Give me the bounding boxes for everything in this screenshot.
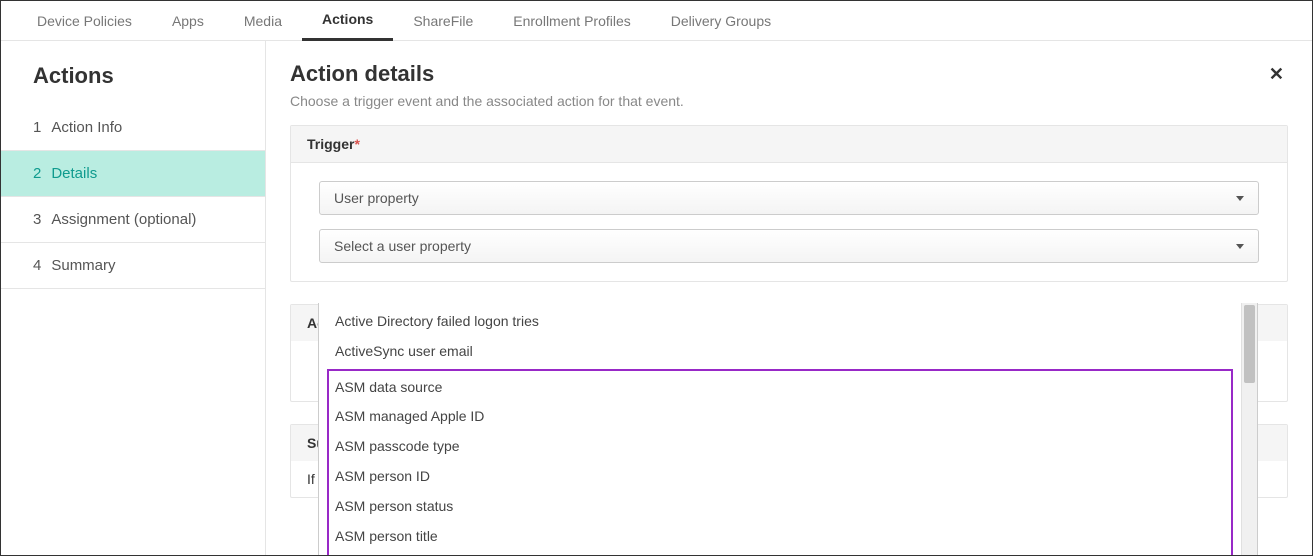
- layout: Actions 1 Action Info 2 Details 3 Assign…: [1, 41, 1312, 555]
- dropdown-option-list: Active Directory failed logon tries Acti…: [319, 303, 1241, 555]
- dropdown-option[interactable]: Active Directory failed logon tries: [319, 307, 1241, 337]
- trigger-panel: Trigger* User property Select a user pro…: [290, 125, 1288, 282]
- dropdown-value: Select a user property: [334, 238, 471, 254]
- page-subtitle: Choose a trigger event and the associate…: [290, 93, 1288, 109]
- sidebar-item-assignment[interactable]: 3 Assignment (optional): [1, 197, 265, 243]
- trigger-panel-body: User property Select a user property: [291, 163, 1287, 281]
- step-number: 2: [33, 165, 41, 182]
- sidebar-item-label: Action Info: [51, 119, 122, 136]
- sidebar-item-details[interactable]: 2 Details: [1, 151, 265, 197]
- dropdown-option[interactable]: ASM passcode type: [329, 432, 1231, 462]
- user-property-dropdown-menu: Active Directory failed logon tries Acti…: [318, 303, 1258, 555]
- trigger-type-dropdown[interactable]: User property: [319, 181, 1259, 215]
- nav-device-policies[interactable]: Device Policies: [17, 1, 152, 41]
- page-title: Action details: [290, 61, 434, 87]
- nav-apps[interactable]: Apps: [152, 1, 224, 41]
- if-label: If: [307, 471, 315, 487]
- sidebar-item-label: Summary: [51, 257, 115, 274]
- step-number: 3: [33, 211, 41, 228]
- trigger-panel-header: Trigger*: [291, 126, 1287, 163]
- chevron-down-icon: [1236, 196, 1244, 201]
- user-property-dropdown[interactable]: Select a user property: [319, 229, 1259, 263]
- sidebar-item-label: Assignment (optional): [51, 211, 196, 228]
- main-content: Action details ✕ Choose a trigger event …: [266, 41, 1312, 555]
- scrollbar-thumb[interactable]: [1244, 305, 1255, 383]
- nav-enrollment-profiles[interactable]: Enrollment Profiles: [493, 1, 651, 41]
- dropdown-value: User property: [334, 190, 419, 206]
- step-number: 4: [33, 257, 41, 274]
- dropdown-option[interactable]: ASM person title: [329, 522, 1231, 552]
- dropdown-option[interactable]: ASM person status: [329, 492, 1231, 522]
- nav-actions[interactable]: Actions: [302, 1, 393, 41]
- nav-delivery-groups[interactable]: Delivery Groups: [651, 1, 791, 41]
- trigger-label: Trigger: [307, 136, 354, 152]
- dropdown-option[interactable]: ASM managed Apple ID: [329, 402, 1231, 432]
- main-header: Action details ✕: [290, 61, 1288, 87]
- close-icon[interactable]: ✕: [1265, 61, 1288, 87]
- chevron-down-icon: [1236, 244, 1244, 249]
- sidebar: Actions 1 Action Info 2 Details 3 Assign…: [1, 41, 266, 555]
- nav-sharefile[interactable]: ShareFile: [393, 1, 493, 41]
- sidebar-item-action-info[interactable]: 1 Action Info: [1, 105, 265, 151]
- dropdown-option[interactable]: ASM person unique ID: [329, 551, 1231, 555]
- dropdown-option[interactable]: ActiveSync user email: [319, 337, 1241, 367]
- nav-media[interactable]: Media: [224, 1, 302, 41]
- highlighted-option-group: ASM data source ASM managed Apple ID ASM…: [327, 369, 1233, 555]
- top-nav: Device Policies Apps Media Actions Share…: [1, 1, 1312, 41]
- sidebar-item-summary[interactable]: 4 Summary: [1, 243, 265, 289]
- dropdown-option[interactable]: ASM data source: [329, 373, 1231, 403]
- sidebar-item-label: Details: [51, 165, 97, 182]
- required-indicator: *: [354, 136, 359, 152]
- scrollbar[interactable]: [1241, 303, 1257, 555]
- step-number: 1: [33, 119, 41, 136]
- sidebar-title: Actions: [1, 41, 265, 105]
- dropdown-option[interactable]: ASM person ID: [329, 462, 1231, 492]
